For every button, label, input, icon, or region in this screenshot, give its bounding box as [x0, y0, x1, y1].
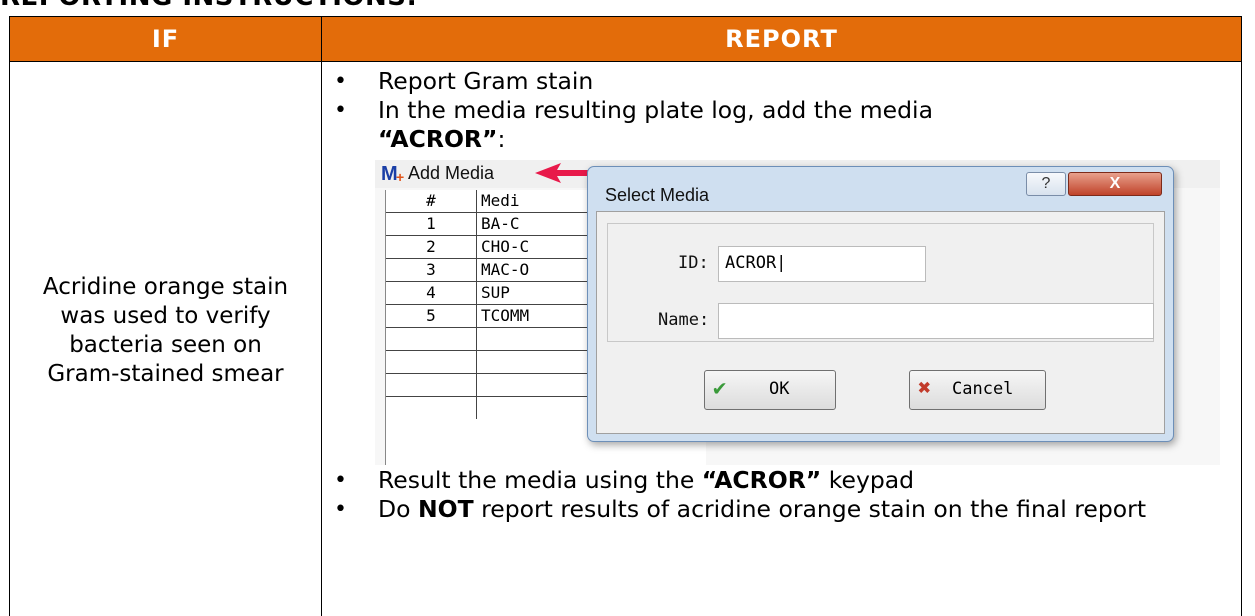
- ok-button[interactable]: ✔ OK: [704, 370, 836, 410]
- add-media-button[interactable]: Add Media: [408, 163, 494, 184]
- list-item: •Report Gram stain: [322, 67, 1241, 96]
- embedded-screenshot: M+ Add Media #Medi 1BA-C 2CHO-C 3MAC-O 4…: [375, 160, 1220, 465]
- name-label: Name:: [658, 310, 709, 330]
- dialog-body: ID: ACROR| Name: ✔ OK ✖ Cancel: [596, 211, 1165, 434]
- close-button[interactable]: X: [1068, 172, 1162, 196]
- id-field[interactable]: ACROR|: [718, 246, 926, 282]
- instructions-table: IF REPORT Acridine orange stain was used…: [9, 16, 1242, 616]
- cancel-button[interactable]: ✖ Cancel: [909, 370, 1046, 410]
- steps-list-top: •Report Gram stain •In the media resulti…: [322, 62, 1241, 154]
- condition-text: Acridine orange stain was used to verify…: [36, 273, 296, 389]
- list-item: •Result the media using the “ACROR” keyp…: [322, 466, 1241, 495]
- id-label: ID:: [678, 253, 709, 273]
- list-item: •In the media resulting plate log, add t…: [322, 96, 1241, 154]
- page-heading: REPORTING INSTRUCTIONS:: [0, 0, 417, 12]
- dialog-fields: ID: ACROR| Name:: [607, 223, 1154, 342]
- name-field[interactable]: [718, 303, 1154, 339]
- header-if: IF: [10, 17, 322, 62]
- checkmark-icon: ✔: [713, 371, 726, 407]
- help-button[interactable]: ?: [1026, 172, 1066, 196]
- steps-list-bottom: •Result the media using the “ACROR” keyp…: [322, 466, 1241, 524]
- header-report: REPORT: [322, 17, 1242, 62]
- cancel-x-icon: ✖: [918, 371, 931, 407]
- dialog-title: Select Media: [605, 185, 709, 206]
- list-item: •Do NOT report results of acridine orang…: [322, 495, 1241, 524]
- table-header-row: IF REPORT: [10, 17, 1242, 62]
- select-media-dialog: Select Media ? X ID: ACROR| Name: ✔ OK: [587, 166, 1174, 442]
- condition-cell: Acridine orange stain was used to verify…: [10, 62, 322, 616]
- report-cell: •Report Gram stain •In the media resulti…: [322, 62, 1242, 616]
- table-row: Acridine orange stain was used to verify…: [10, 62, 1242, 616]
